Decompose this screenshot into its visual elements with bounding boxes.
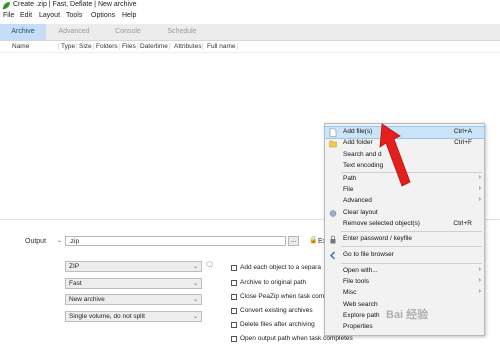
- column-folders[interactable]: Folders: [96, 43, 120, 50]
- archive-mode-select[interactable]: New archive ⌄: [65, 294, 202, 305]
- menu-item-misc[interactable]: Misc ›: [325, 288, 484, 299]
- chevron-down-icon: ⌄: [192, 264, 198, 270]
- option-close-peazip: Close PeaZip when task com: [240, 293, 325, 300]
- checkbox-add-each-object[interactable]: [231, 265, 237, 271]
- menu-item-open-with[interactable]: Open with... ›: [325, 266, 484, 277]
- red-arrow-annotation: [379, 123, 411, 187]
- chevron-down-icon: ⌄: [192, 297, 198, 303]
- submenu-arrow-icon: ›: [478, 174, 481, 181]
- output-dropdown-icon[interactable]: ⌄: [57, 237, 62, 244]
- compression-select[interactable]: Fast ⌄: [65, 278, 202, 289]
- menu-separator: [341, 246, 482, 247]
- tab-strip: Archive Advanced Console Schedule: [0, 24, 500, 41]
- browse-button[interactable]: ...: [288, 236, 299, 246]
- watermark: Bai 经验: [386, 309, 429, 321]
- compression-value: Fast: [69, 280, 82, 287]
- format-select[interactable]: ZIP ⌄: [65, 261, 202, 272]
- menu-edit[interactable]: Edit: [20, 12, 32, 19]
- menu-item-file-tools[interactable]: File tools ›: [325, 277, 484, 288]
- title-bar: Create .zip | Fast, Deflate | New archiv…: [0, 0, 500, 11]
- checkbox-delete-files[interactable]: [231, 322, 237, 328]
- chevron-down-icon: ⌄: [192, 281, 198, 287]
- menu-item-remove-selected[interactable]: Remove selected object(s) Ctrl+R: [325, 219, 484, 230]
- option-delete-files: Delete files after archiving: [240, 321, 315, 328]
- chevron-down-icon: ⌄: [192, 314, 198, 320]
- option-convert-archives: Convert existing archives: [240, 307, 313, 314]
- output-label: Output: [25, 238, 47, 245]
- output-path-field[interactable]: .zip: [65, 236, 286, 246]
- back-arrow-icon: [330, 251, 335, 260]
- clear-icon: [329, 210, 337, 217]
- column-attributes[interactable]: Attributes: [174, 43, 204, 50]
- peazip-leaf-icon: [2, 1, 11, 10]
- menu-item-properties[interactable]: Properties: [325, 322, 484, 333]
- tab-schedule[interactable]: Schedule: [154, 24, 210, 40]
- menu-item-go-to-file-browser[interactable]: Go to file browser: [325, 250, 484, 261]
- column-datetime[interactable]: Date/time: [140, 43, 170, 50]
- submenu-arrow-icon: ›: [478, 266, 481, 273]
- option-archive-original-path: Archive to original path: [240, 279, 307, 286]
- folder-icon: [329, 140, 337, 148]
- submenu-arrow-icon: ›: [478, 288, 481, 295]
- volume-select[interactable]: Single volume, do not split ⌄: [65, 311, 202, 322]
- column-fullname[interactable]: Full name: [207, 43, 238, 50]
- column-files[interactable]: Files: [122, 43, 138, 50]
- submenu-arrow-icon: ›: [478, 277, 481, 284]
- menu-tools[interactable]: Tools: [66, 12, 82, 19]
- comment-icon[interactable]: 🗨: [205, 261, 214, 269]
- file-list-header: Name Type Size Folders Files Date/time A…: [0, 41, 500, 53]
- archive-mode-value: New archive: [69, 296, 105, 303]
- tab-console[interactable]: Console: [102, 24, 154, 40]
- menu-bar: File Edit Layout Tools Options Help: [0, 11, 500, 22]
- checkbox-archive-original-path[interactable]: [231, 280, 237, 286]
- submenu-arrow-icon: ›: [478, 196, 481, 203]
- lock-icon: 🔒: [309, 237, 318, 244]
- menu-item-enter-password[interactable]: Enter password / keyfile: [325, 234, 484, 245]
- menu-options[interactable]: Options: [91, 12, 115, 19]
- column-name[interactable]: Name: [12, 43, 59, 50]
- checkbox-close-peazip[interactable]: [231, 294, 237, 300]
- submenu-arrow-icon: ›: [478, 185, 481, 192]
- option-open-output-path: Open output path when task completes: [240, 335, 353, 342]
- volume-value: Single volume, do not split: [69, 313, 145, 320]
- checkbox-convert-archives[interactable]: [231, 308, 237, 314]
- option-add-each-object: Add each object to a separa: [240, 264, 321, 271]
- format-value: ZIP: [69, 263, 80, 270]
- tab-archive[interactable]: Archive: [0, 24, 46, 40]
- checkbox-open-output-path[interactable]: [231, 336, 237, 342]
- column-type[interactable]: Type: [61, 43, 78, 50]
- column-size[interactable]: Size: [79, 43, 94, 50]
- window-title: Create .zip | Fast, Deflate | New archiv…: [13, 1, 137, 8]
- menu-item-advanced[interactable]: Advanced ›: [325, 196, 484, 207]
- file-icon: [329, 128, 337, 137]
- menu-separator: [341, 263, 482, 264]
- menu-layout[interactable]: Layout: [39, 12, 60, 19]
- lock-icon: [330, 235, 336, 244]
- menu-item-clear-layout[interactable]: Clear layout: [325, 208, 484, 219]
- menu-help[interactable]: Help: [122, 12, 136, 19]
- tab-advanced[interactable]: Advanced: [46, 24, 102, 40]
- menu-file[interactable]: File: [3, 12, 14, 19]
- menu-separator: [341, 231, 482, 232]
